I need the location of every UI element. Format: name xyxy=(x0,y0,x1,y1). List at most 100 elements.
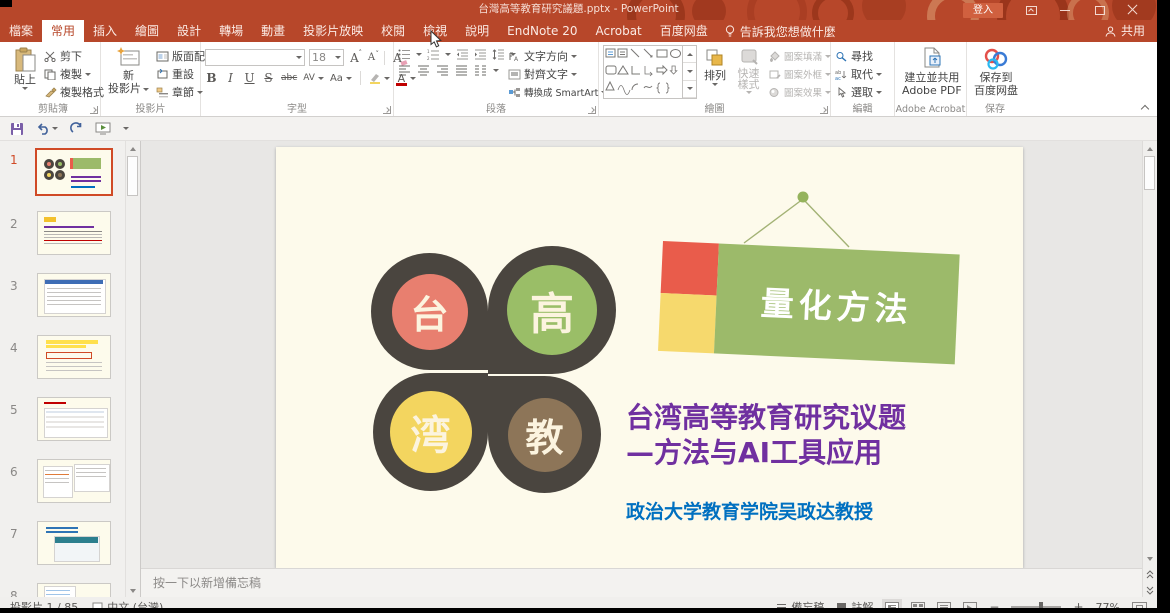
save-to-baidu-button[interactable]: 保存到 百度网盘 xyxy=(971,45,1021,101)
slide-thumbnail-2[interactable] xyxy=(37,211,111,255)
slide-canvas[interactable]: 台 高 湾 教 xyxy=(141,141,1142,598)
scroll-down-icon[interactable] xyxy=(1144,552,1156,565)
zoom-slider-thumb[interactable] xyxy=(1039,602,1043,608)
tab-design[interactable]: 設計 xyxy=(168,20,210,42)
start-slideshow-icon[interactable] xyxy=(95,122,111,135)
tab-help[interactable]: 說明 xyxy=(456,20,498,42)
character-spacing-button[interactable]: AV xyxy=(303,71,324,85)
text-direction-button[interactable]: A 文字方向 xyxy=(508,49,594,63)
tab-insert[interactable]: 插入 xyxy=(84,20,126,42)
select-button[interactable]: 選取 xyxy=(835,85,882,99)
scroll-down-icon[interactable] xyxy=(127,584,139,597)
slide-thumbnail-7[interactable] xyxy=(37,521,111,565)
zoom-out-button[interactable]: − xyxy=(989,600,999,608)
font-dialog-launcher[interactable] xyxy=(383,106,391,114)
clover-shape-bottom-right[interactable]: 教 xyxy=(488,376,601,493)
format-painter-button[interactable]: 複製格式 xyxy=(44,85,104,99)
quick-styles-button[interactable]: 快速樣式 xyxy=(733,45,764,101)
minimize-icon[interactable] xyxy=(1059,4,1071,16)
slide-area-scrollbar[interactable] xyxy=(1142,141,1157,598)
highlight-color-button[interactable] xyxy=(369,71,390,85)
clover-shape-top-right[interactable]: 高 xyxy=(488,246,616,374)
decrease-indent-icon[interactable] xyxy=(456,49,469,60)
tab-draw[interactable]: 繪圖 xyxy=(126,20,168,42)
new-slide-button[interactable]: 新 投影片 xyxy=(105,45,152,101)
tell-me-box[interactable]: 告訴我您想做什麼 xyxy=(717,20,844,42)
maximize-icon[interactable] xyxy=(1093,4,1105,16)
collapse-ribbon-icon[interactable] xyxy=(1141,104,1149,112)
convert-smartart-button[interactable]: 轉換成 SmartArt xyxy=(508,85,594,99)
drawing-dialog-launcher[interactable] xyxy=(820,106,828,114)
slide-title-text[interactable]: 台湾高等教育研究议题 —方法与AI工具应用 xyxy=(626,400,906,470)
scroll-up-icon[interactable] xyxy=(127,142,139,155)
columns-icon[interactable] xyxy=(474,65,487,76)
notes-pane[interactable]: 按一下以新增備忘稿 xyxy=(141,568,1142,598)
font-size-combobox[interactable]: 18 xyxy=(309,49,344,66)
slide-thumbnail-5[interactable] xyxy=(37,397,111,441)
copy-button[interactable]: 複製 xyxy=(44,67,104,81)
numbering-icon[interactable]: 12 xyxy=(427,49,440,60)
clover-shape-top-left[interactable]: 台 xyxy=(371,253,488,370)
save-icon[interactable] xyxy=(10,122,24,136)
justify-icon[interactable] xyxy=(455,65,468,76)
underline-button[interactable]: U xyxy=(243,71,256,85)
slide-sorter-view-button[interactable] xyxy=(911,602,925,609)
zoom-slider[interactable] xyxy=(1011,606,1061,608)
zoom-level[interactable]: 77% xyxy=(1096,601,1120,609)
fit-slide-to-window-icon[interactable] xyxy=(1132,602,1147,609)
qat-customize-icon[interactable] xyxy=(123,127,129,130)
scrollbar-thumb[interactable] xyxy=(1144,156,1155,190)
slide-thumbnail-1[interactable] xyxy=(35,148,113,196)
ribbon-display-options-icon[interactable] xyxy=(1025,4,1037,16)
tab-animations[interactable]: 動畫 xyxy=(252,20,294,42)
shape-outline-button[interactable]: 圖案外框 xyxy=(768,67,826,81)
redo-icon[interactable] xyxy=(70,122,83,135)
zoom-in-button[interactable]: + xyxy=(1073,600,1083,608)
line-spacing-icon[interactable] xyxy=(492,49,505,60)
align-center-icon[interactable] xyxy=(417,65,430,76)
tab-slideshow[interactable]: 投影片放映 xyxy=(294,20,372,42)
shapes-gallery-scroll[interactable] xyxy=(682,46,696,98)
align-left-icon[interactable] xyxy=(398,65,411,76)
tab-transitions[interactable]: 轉場 xyxy=(210,20,252,42)
shape-effects-button[interactable]: 圖案效果 xyxy=(768,85,826,99)
share-button[interactable]: 共用 xyxy=(1105,20,1145,42)
tab-acrobat[interactable]: Acrobat xyxy=(586,20,650,42)
paragraph-dialog-launcher[interactable] xyxy=(588,106,596,114)
shape-fill-button[interactable]: 圖案填滿 xyxy=(768,49,826,63)
notes-toggle-button[interactable]: 備忘稿 xyxy=(776,599,824,608)
slide-editing-area[interactable]: 台 高 湾 教 xyxy=(276,147,1023,568)
replace-button[interactable]: abac 取代 xyxy=(835,67,882,81)
previous-slide-icon[interactable] xyxy=(1144,568,1156,581)
tab-file[interactable]: 檔案 xyxy=(0,20,42,42)
align-right-icon[interactable] xyxy=(436,65,449,76)
find-button[interactable]: 尋找 xyxy=(835,49,882,63)
paste-button[interactable]: 貼上 xyxy=(10,45,40,101)
create-share-pdf-button[interactable]: 建立並共用 Adobe PDF xyxy=(899,45,965,101)
arrange-button[interactable]: 排列 xyxy=(701,45,729,101)
close-icon[interactable] xyxy=(1127,4,1139,16)
grow-font-button[interactable]: A˄ xyxy=(348,51,361,65)
normal-view-button[interactable] xyxy=(885,602,899,609)
scroll-up-icon[interactable] xyxy=(1144,142,1156,155)
increase-indent-icon[interactable] xyxy=(474,49,487,60)
font-name-combobox[interactable] xyxy=(205,49,305,66)
cut-button[interactable]: 剪下 xyxy=(44,49,104,63)
tab-review[interactable]: 校閱 xyxy=(372,20,414,42)
strikethrough-button[interactable]: S xyxy=(262,71,275,85)
shapes-gallery[interactable] xyxy=(603,45,697,99)
next-slide-icon[interactable] xyxy=(1144,584,1156,597)
comments-toggle-button[interactable]: 註解 xyxy=(836,599,873,608)
tab-baidu[interactable]: 百度网盘 xyxy=(651,20,717,42)
slide-thumbnail-6[interactable] xyxy=(37,459,111,503)
slide-thumbnail-3[interactable] xyxy=(37,273,111,317)
clipboard-dialog-launcher[interactable] xyxy=(90,106,98,114)
slide-subtitle-text[interactable]: 政治大学教育学院吴政达教授 xyxy=(626,497,873,524)
thumbnail-scrollbar-thumb[interactable] xyxy=(127,156,138,196)
italic-button[interactable]: I xyxy=(224,71,237,85)
quantitative-methods-sign[interactable]: 量化方法 xyxy=(658,241,960,364)
thumbnail-scrollbar[interactable] xyxy=(125,141,140,598)
shrink-font-button[interactable]: A˅ xyxy=(365,52,378,63)
change-case-button[interactable]: Aa xyxy=(330,71,352,85)
slideshow-view-button[interactable] xyxy=(963,602,977,609)
